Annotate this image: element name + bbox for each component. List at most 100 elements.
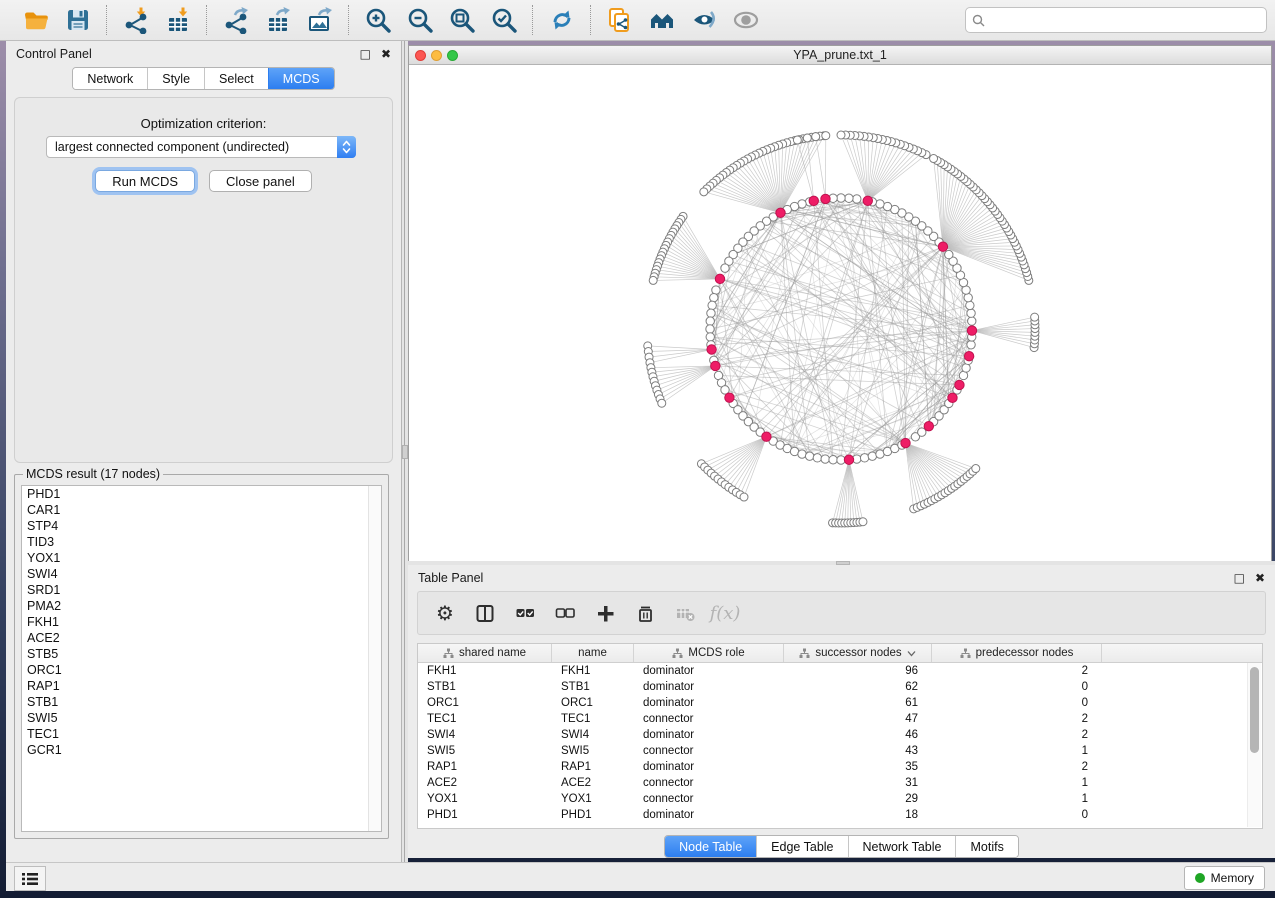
export-table-button[interactable] <box>260 4 296 36</box>
mcds-result-item[interactable]: STB1 <box>22 694 381 710</box>
search-input[interactable] <box>989 12 1260 28</box>
node-table-header: shared namenameMCDS rolesuccessor nodesp… <box>418 644 1262 663</box>
binoculars-button[interactable] <box>644 4 680 36</box>
column-header-name[interactable]: name <box>552 644 634 662</box>
control-panel-titlebar: Control Panel □ ✖ <box>6 41 401 67</box>
column-header-successor-nodes[interactable]: successor nodes <box>784 644 932 662</box>
export-network-button[interactable] <box>218 4 254 36</box>
tab-mcds[interactable]: MCDS <box>268 68 334 89</box>
table-cell: PHD1 <box>418 809 552 821</box>
clone-network-button[interactable] <box>602 4 638 36</box>
table-row[interactable]: RAP1RAP1dominator352 <box>418 759 1262 775</box>
mcds-result-item[interactable]: TEC1 <box>22 726 381 742</box>
add-row-button[interactable] <box>590 598 620 628</box>
mcds-result-item[interactable]: SRD1 <box>22 582 381 598</box>
table-cell: YOX1 <box>418 793 552 805</box>
deselect-all-button[interactable] <box>550 598 580 628</box>
tab-select[interactable]: Select <box>204 68 268 89</box>
tab-motifs[interactable]: Motifs <box>955 836 1017 857</box>
hide-graphics-details-button[interactable] <box>686 4 722 36</box>
table-cell: RAP1 <box>552 761 634 773</box>
tab-network[interactable]: Network <box>73 68 147 89</box>
table-cell: dominator <box>634 681 784 693</box>
select-all-button[interactable] <box>510 598 540 628</box>
export-image-icon <box>306 6 334 34</box>
delete-row-button[interactable] <box>630 598 660 628</box>
table-cell: SWI5 <box>418 745 552 757</box>
mcds-result-item[interactable]: GCR1 <box>22 742 381 758</box>
zoom-out-button[interactable] <box>402 4 438 36</box>
table-row[interactable]: STB1STB1dominator620 <box>418 679 1262 695</box>
optimization-dropdown[interactable]: largest connected component (undirected) <box>46 136 356 158</box>
tab-style[interactable]: Style <box>147 68 204 89</box>
search-box[interactable] <box>965 7 1267 33</box>
mcds-result-item[interactable]: STB5 <box>22 646 381 662</box>
network-graph[interactable] <box>409 65 1271 561</box>
table-cell: 61 <box>784 697 932 709</box>
mcds-result-item[interactable]: TID3 <box>22 534 381 550</box>
column-header-MCDS-role[interactable]: MCDS role <box>634 644 784 662</box>
zoom-selected-button[interactable] <box>486 4 522 36</box>
binoculars-icon <box>648 6 676 34</box>
mcds-result-item[interactable]: PHD1 <box>22 486 381 502</box>
table-row[interactable]: YOX1YOX1connector291 <box>418 791 1262 807</box>
mcds-result-item[interactable]: SWI4 <box>22 566 381 582</box>
table-scrollbar[interactable] <box>1247 663 1261 827</box>
run-mcds-button[interactable]: Run MCDS <box>95 170 195 192</box>
mcds-list-scrollbar[interactable] <box>368 486 381 831</box>
table-row[interactable]: TEC1TEC1connector472 <box>418 711 1262 727</box>
mcds-result-list[interactable]: PHD1CAR1STP4TID3YOX1SWI4SRD1PMA2FKH1ACE2… <box>21 485 382 832</box>
import-network-button[interactable] <box>118 4 154 36</box>
mcds-result-item[interactable]: ACE2 <box>22 630 381 646</box>
refresh-button[interactable] <box>544 4 580 36</box>
column-type-icon <box>443 648 454 659</box>
table-cell: 2 <box>932 729 1102 741</box>
mcds-result-item[interactable]: STP4 <box>22 518 381 534</box>
mcds-result-item[interactable]: SWI5 <box>22 710 381 726</box>
tab-edge-table[interactable]: Edge Table <box>756 836 847 857</box>
mcds-result-item[interactable]: YOX1 <box>22 550 381 566</box>
mcds-result-item[interactable]: FKH1 <box>22 614 381 630</box>
columns-button[interactable] <box>470 598 500 628</box>
show-graphics-details-button[interactable] <box>728 4 764 36</box>
tab-network-table[interactable]: Network Table <box>848 836 956 857</box>
search-icon <box>972 14 985 27</box>
scrollbar-thumb[interactable] <box>1250 667 1259 753</box>
memory-status-icon <box>1195 873 1205 883</box>
float-panel-icon[interactable]: □ <box>1234 572 1245 584</box>
table-cell: TEC1 <box>552 713 634 725</box>
import-table-button[interactable] <box>160 4 196 36</box>
close-panel-icon[interactable]: ✖ <box>381 48 391 60</box>
close-panel-button[interactable]: Close panel <box>209 170 312 192</box>
table-cell: 46 <box>784 729 932 741</box>
table-row[interactable]: ACE2ACE2connector311 <box>418 775 1262 791</box>
column-header-shared-name[interactable]: shared name <box>418 644 552 662</box>
table-cell: 31 <box>784 777 932 789</box>
open-button[interactable] <box>18 4 54 36</box>
table-cell: connector <box>634 745 784 757</box>
delete-column-icon <box>675 603 696 624</box>
table-row[interactable]: PHD1PHD1dominator180 <box>418 807 1262 823</box>
table-row[interactable]: FKH1FKH1dominator962 <box>418 663 1262 679</box>
zoom-out-icon <box>406 6 434 34</box>
table-row[interactable]: SWI5SWI5connector431 <box>418 743 1262 759</box>
table-row[interactable]: ORC1ORC1dominator610 <box>418 695 1262 711</box>
zoom-in-button[interactable] <box>360 4 396 36</box>
memory-button[interactable]: Memory <box>1184 866 1265 890</box>
tab-node-table[interactable]: Node Table <box>665 836 756 857</box>
mcds-result-item[interactable]: PMA2 <box>22 598 381 614</box>
mcds-result-item[interactable]: RAP1 <box>22 678 381 694</box>
column-header-predecessor-nodes[interactable]: predecessor nodes <box>932 644 1102 662</box>
float-panel-icon[interactable]: □ <box>360 48 371 60</box>
export-image-button[interactable] <box>302 4 338 36</box>
table-row[interactable]: SWI4SWI4dominator462 <box>418 727 1262 743</box>
save-button[interactable] <box>60 4 96 36</box>
network-window-titlebar[interactable]: YPA_prune.txt_1 <box>409 46 1271 65</box>
close-panel-icon[interactable]: ✖ <box>1255 572 1265 584</box>
settings-button[interactable]: ⚙ <box>430 598 460 628</box>
panel-list-button[interactable] <box>14 866 46 891</box>
mcds-result-item[interactable]: CAR1 <box>22 502 381 518</box>
zoom-fit-button[interactable] <box>444 4 480 36</box>
mcds-result-item[interactable]: ORC1 <box>22 662 381 678</box>
sort-desc-icon <box>907 650 916 657</box>
